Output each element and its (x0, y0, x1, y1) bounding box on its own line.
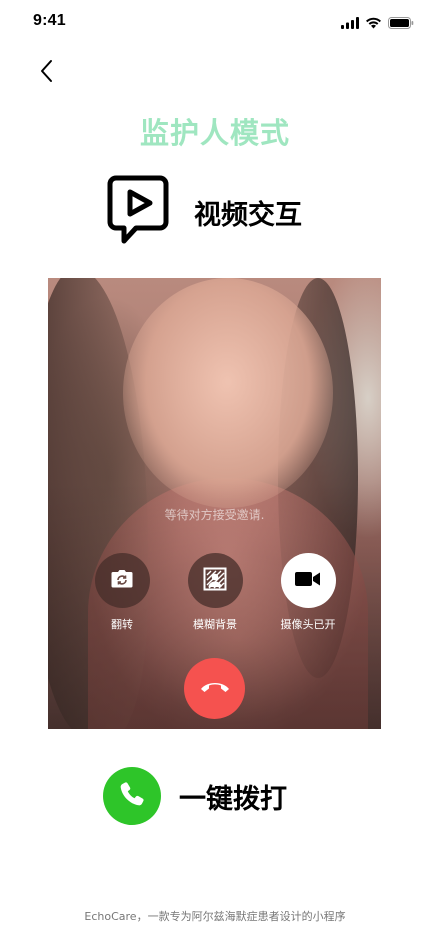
feature-row: 视频交互 (106, 174, 302, 250)
footer-text: EchoCare，一款专为阿尔兹海默症患者设计的小程序 (84, 910, 346, 923)
status-bar: 9:41 (0, 0, 430, 44)
feature-label: 视频交互 (194, 199, 302, 231)
status-icons (341, 14, 414, 33)
flip-camera-icon (110, 569, 134, 593)
phone-icon (117, 779, 147, 813)
one-touch-dial-label: 一键拨打 (179, 783, 287, 815)
back-button[interactable] (32, 58, 60, 88)
blur-background-icon (203, 567, 227, 595)
camera-control: 摄像头已开 (268, 553, 348, 632)
hang-up-icon (199, 679, 231, 698)
camera-toggle-button[interactable] (280, 553, 336, 608)
chevron-left-icon (39, 59, 53, 87)
video-chat-icon (106, 174, 170, 250)
wifi-icon (365, 14, 382, 33)
video-preview: 等待对方接受邀请. 翻转 模糊背景 摄像头已开 (48, 278, 381, 729)
signal-icon (341, 14, 359, 33)
flip-camera-control: 翻转 (82, 553, 162, 632)
blur-background-button[interactable] (187, 553, 243, 608)
blur-background-control: 模糊背景 (175, 553, 255, 632)
one-touch-dial-button[interactable] (103, 767, 161, 825)
camera-label: 摄像头已开 (280, 618, 336, 631)
blur-background-label: 模糊背景 (193, 618, 237, 631)
flip-camera-label: 翻转 (111, 618, 133, 631)
status-time: 9:41 (33, 12, 66, 29)
page-title: 监护人模式 (139, 116, 290, 150)
camera-on-icon (295, 571, 321, 591)
hang-up-button[interactable] (184, 658, 245, 719)
dial-row: 一键拨打 (103, 767, 287, 825)
battery-icon (388, 14, 414, 33)
flip-camera-button[interactable] (94, 553, 150, 608)
waiting-text: 等待对方接受邀请. (164, 508, 265, 522)
